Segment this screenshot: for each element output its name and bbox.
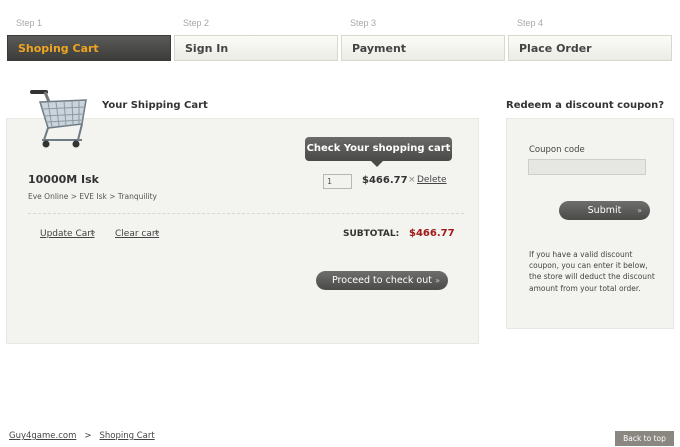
coupon-help-text: If you have a valid discount coupon, you…	[529, 250, 655, 293]
tooltip-arrow	[371, 161, 383, 167]
step-label: Payment	[352, 42, 407, 55]
subtotal-value: $466.77	[409, 228, 455, 239]
step-number: Step 4	[517, 18, 544, 28]
breadcrumb-home-link[interactable]: Guy4game.com	[9, 431, 76, 441]
double-chevron-right-icon: »	[435, 276, 440, 285]
check-cart-tooltip: Check Your shopping cart	[305, 137, 452, 161]
double-chevron-right-icon: »	[90, 228, 96, 238]
step-box[interactable]: Shoping Cart	[7, 35, 171, 61]
step-number: Step 3	[350, 18, 377, 28]
subtotal-label: SUBTOTAL:	[343, 229, 400, 239]
cart-title: Your Shipping Cart	[102, 100, 208, 111]
breadcrumb-separator: >	[84, 431, 92, 441]
update-cart-link[interactable]: Update Cart	[40, 229, 94, 239]
breadcrumb: Guy4game.com > Shoping Cart	[9, 431, 155, 441]
delete-link[interactable]: Delete	[417, 175, 447, 185]
divider	[28, 213, 464, 214]
double-chevron-right-icon: »	[154, 228, 160, 238]
submit-button-label: Submit	[587, 205, 622, 216]
step-number: Step 1	[16, 18, 43, 28]
back-to-top-button[interactable]: Back to top	[615, 431, 674, 446]
coupon-code-label: Coupon code	[529, 145, 585, 155]
step-sign-in[interactable]: Step 2 Sign In	[174, 18, 338, 62]
shopping-cart-icon	[28, 84, 90, 150]
step-box[interactable]: Place Order	[508, 35, 672, 61]
step-payment[interactable]: Step 3 Payment	[341, 18, 505, 62]
step-label: Place Order	[519, 42, 592, 55]
proceed-to-checkout-button[interactable]: Proceed to check out »	[316, 271, 448, 290]
product-category-path: Eve Online > EVE Isk > Tranquility	[28, 192, 157, 201]
step-label: Shoping Cart	[18, 42, 99, 55]
coupon-code-input[interactable]	[528, 159, 646, 175]
checkout-steps: Step 1 Shoping Cart Step 2 Sign In Step …	[7, 18, 673, 62]
close-icon[interactable]: ×	[408, 175, 416, 185]
step-label: Sign In	[185, 42, 229, 55]
item-price: $466.77	[362, 175, 408, 186]
step-place-order[interactable]: Step 4 Place Order	[508, 18, 672, 62]
step-box[interactable]: Payment	[341, 35, 505, 61]
coupon-heading: Redeem a discount coupon?	[506, 100, 665, 111]
step-number: Step 2	[183, 18, 210, 28]
submit-coupon-button[interactable]: Submit »	[559, 201, 650, 220]
breadcrumb-current-link[interactable]: Shoping Cart	[100, 431, 155, 441]
product-name: 10000M Isk	[28, 173, 100, 186]
step-box[interactable]: Sign In	[174, 35, 338, 61]
quantity-input[interactable]	[323, 174, 352, 189]
clear-cart-link[interactable]: Clear cart	[115, 229, 159, 239]
step-shopping-cart[interactable]: Step 1 Shoping Cart	[7, 18, 171, 62]
checkout-button-label: Proceed to check out	[332, 275, 432, 286]
double-chevron-right-icon: »	[637, 206, 642, 215]
